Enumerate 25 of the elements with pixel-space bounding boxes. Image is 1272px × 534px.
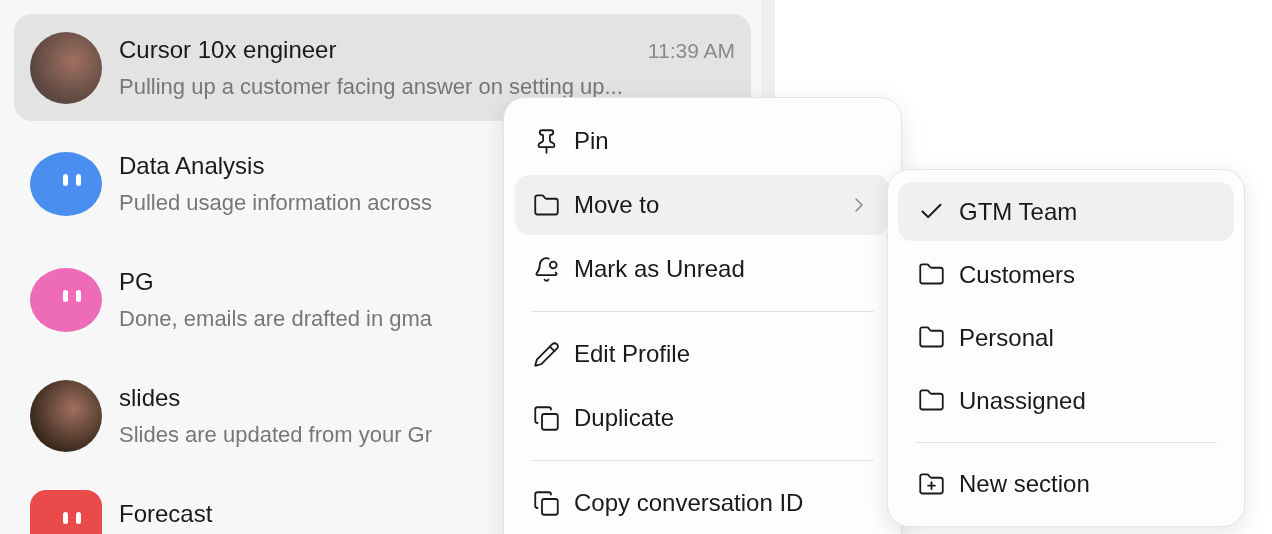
conversation-title: Data Analysis [119, 151, 265, 181]
conversation-item[interactable]: Cursor 10x engineer 11:39 AM Pulling up a customer facing answer on setting up... [14, 14, 751, 121]
menu-item[interactable]: Copy conversation ID [515, 473, 889, 533]
menu-item[interactable]: Move to [515, 175, 889, 235]
conversation-title: slides [119, 383, 181, 413]
conversation-title: Forecast [119, 499, 213, 529]
menu-item[interactable]: Customers [898, 245, 1234, 304]
pencil-icon [533, 340, 560, 368]
bell-dot-icon [533, 255, 560, 283]
menu-item[interactable]: Personal [898, 308, 1234, 367]
conversation-preview: Slides are updated from your Gr [119, 421, 433, 449]
copy-icon [533, 404, 560, 432]
conversation-title: Cursor 10x engineer [119, 35, 337, 65]
menu-item[interactable]: GTM Team [898, 182, 1234, 241]
conversation-preview: Pulling up a customer facing answer on setting up... [119, 73, 623, 101]
menu-item[interactable]: Unassigned [898, 371, 1234, 430]
menu-item[interactable]: New section [898, 455, 1234, 514]
conversation-preview: Pulled usage information across [119, 189, 433, 217]
menu-item[interactable]: Edit Profile [515, 324, 889, 384]
menu-item[interactable]: Mark as Unread [515, 239, 889, 299]
copy-icon [533, 489, 560, 517]
conversation-title: PG [119, 267, 154, 297]
menu-item[interactable]: Duplicate [515, 388, 889, 448]
conversation-preview: Done, emails are drafted in gma [119, 305, 433, 333]
conversation-time: 11:39 AM [647, 39, 735, 63]
